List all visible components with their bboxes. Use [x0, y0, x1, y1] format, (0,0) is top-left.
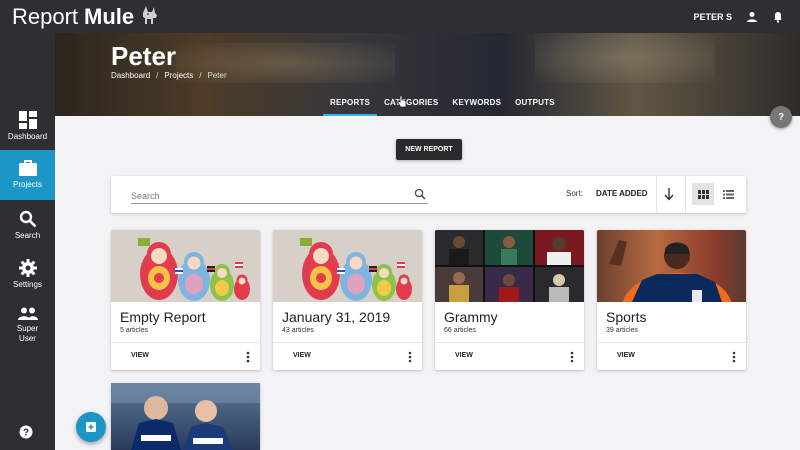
tab-bar: REPORTS CATEGORIES KEYWORDS OUTPUTS [323, 92, 562, 116]
tab-outputs[interactable]: OUTPUTS [508, 92, 562, 116]
search-field [131, 186, 428, 204]
sort-label: Sort: [566, 189, 583, 198]
report-title: Grammy [444, 309, 498, 325]
report-title: Sports [606, 309, 647, 325]
search-icon[interactable] [414, 187, 426, 205]
report-card[interactable]: Empty Report 5 articles VIEW [111, 230, 260, 370]
brand-name-part1: Report [12, 3, 79, 29]
dashboard-icon [18, 110, 37, 129]
help-button[interactable]: ? [770, 106, 792, 128]
svg-text:?: ? [23, 428, 29, 439]
report-thumbnail-photo-collage [435, 230, 584, 302]
page-title: Peter [111, 41, 177, 71]
tab-reports[interactable]: REPORTS [323, 92, 378, 116]
view-button[interactable]: VIEW [131, 352, 149, 359]
article-count: 66 articles [444, 327, 476, 334]
app-logo[interactable]: Report Mule [0, 3, 160, 31]
mule-icon [140, 3, 160, 31]
list-view-button[interactable] [717, 183, 739, 205]
people-icon [17, 307, 38, 320]
search-sort-bar: Sort: DATE ADDED [111, 176, 746, 213]
view-button[interactable]: VIEW [293, 352, 311, 359]
new-report-icon [86, 422, 96, 432]
sidebar-item-settings[interactable]: Settings [0, 249, 55, 299]
report-title: Empty Report [120, 309, 206, 325]
report-thumbnail-hockey-players [111, 383, 260, 450]
gear-icon [18, 258, 37, 277]
tab-keywords[interactable]: KEYWORDS [445, 92, 508, 116]
add-report-fab[interactable] [76, 412, 106, 442]
sidebar-item-super-user[interactable]: Super User [0, 298, 55, 353]
breadcrumb-item[interactable]: Dashboard [111, 71, 150, 80]
search-icon [19, 210, 36, 227]
notifications-icon[interactable] [772, 11, 784, 23]
brand-name-part2: Mule [84, 3, 135, 29]
sidebar-item-dashboard[interactable]: Dashboard [0, 101, 55, 151]
article-count: 5 articles [120, 327, 149, 334]
report-card[interactable]: Sports 39 articles VIEW [597, 230, 746, 370]
report-thumbnail-nesting-dolls [111, 230, 260, 302]
view-button[interactable]: VIEW [455, 352, 473, 359]
report-card[interactable]: January 31, 2019 43 articles VIEW [273, 230, 422, 370]
sidebar-item-label: Projects [13, 180, 42, 189]
sidebar: Dashboard Projects Search Settings Super… [0, 33, 55, 450]
report-title: January 31, 2019 [282, 309, 391, 325]
grid-view-button[interactable] [692, 183, 714, 205]
user-name[interactable]: PETER S [693, 12, 732, 22]
sidebar-item-search[interactable]: Search [0, 200, 55, 250]
project-header: Peter Dashboard / Projects / Peter REPOR… [55, 33, 800, 116]
view-button[interactable]: VIEW [617, 352, 635, 359]
sidebar-item-projects[interactable]: Projects [0, 150, 55, 200]
sidebar-item-label: Search [14, 230, 41, 240]
sort-dropdown[interactable]: DATE ADDED [596, 189, 648, 198]
new-report-button[interactable]: NEW REPORT [396, 139, 462, 160]
grid-icon [697, 189, 709, 199]
hand-cursor-icon [397, 95, 407, 113]
breadcrumb-item[interactable]: Projects [164, 71, 193, 80]
sidebar-item-label: Settings [13, 279, 42, 289]
sort-direction-arrow-down-icon[interactable] [662, 187, 676, 206]
report-thumbnail-nesting-dolls [273, 230, 422, 302]
article-count: 43 articles [282, 327, 314, 334]
report-card[interactable] [111, 383, 260, 450]
search-input[interactable] [131, 191, 401, 201]
top-bar: Report Mule PETER S [0, 0, 800, 33]
list-icon [722, 189, 734, 199]
sidebar-item-label: Super [16, 324, 39, 333]
account-icon[interactable] [746, 11, 758, 23]
article-count: 39 articles [606, 327, 638, 334]
more-options-icon[interactable] [407, 350, 413, 368]
sidebar-item-label-line2: User [19, 334, 36, 343]
breadcrumb-current: Peter [207, 71, 227, 80]
help-icon[interactable]: ? [19, 425, 33, 444]
breadcrumb: Dashboard / Projects / Peter [111, 71, 227, 80]
report-card[interactable]: Grammy 66 articles VIEW [435, 230, 584, 370]
sidebar-item-label: Dashboard [7, 131, 48, 141]
more-options-icon[interactable] [569, 350, 575, 368]
briefcase-icon [18, 160, 37, 176]
more-options-icon[interactable] [731, 350, 737, 368]
more-options-icon[interactable] [245, 350, 251, 368]
report-thumbnail-football-player [597, 230, 746, 302]
tab-categories[interactable]: CATEGORIES [377, 92, 445, 116]
